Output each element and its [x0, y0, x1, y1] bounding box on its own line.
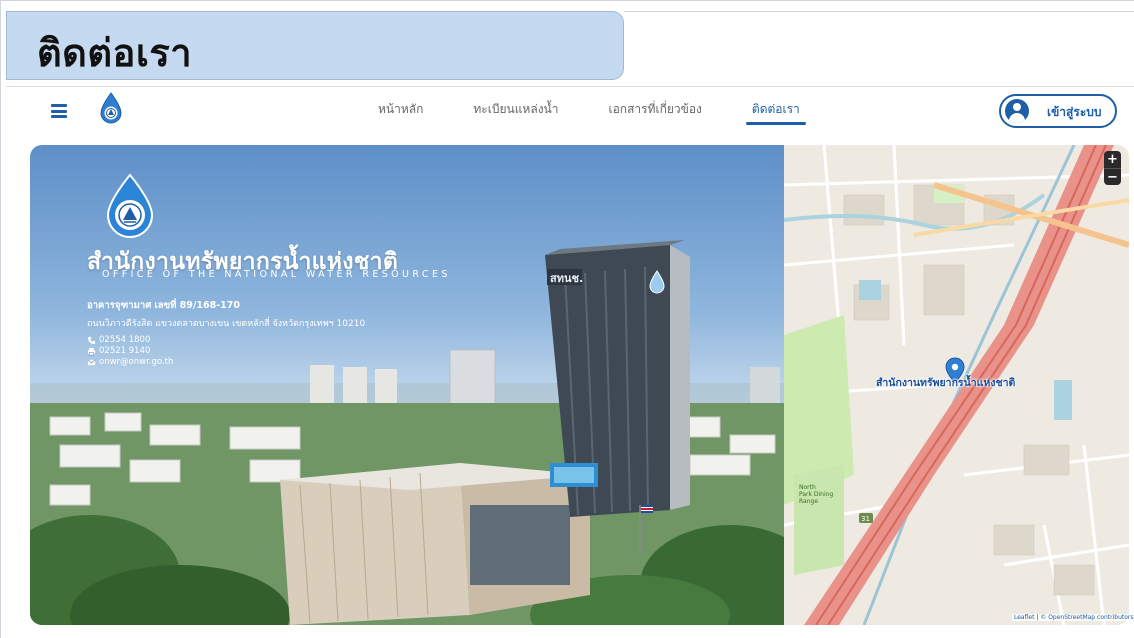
- divider: [624, 11, 1134, 12]
- leaflet-link[interactable]: Leaflet: [1014, 614, 1034, 621]
- phone-number: 02554 1800: [99, 335, 151, 345]
- onwr-logo[interactable]: [98, 92, 124, 126]
- onwr-emblem-logo: [106, 173, 154, 238]
- email-address: onwr@onwr.go.th: [99, 357, 174, 367]
- zoom-in-button[interactable]: +: [1104, 151, 1121, 168]
- org-name-english: OFFICE OF THE NATIONAL WATER RESOURCES: [102, 269, 451, 280]
- map-attribution: Leaflet | © OpenStreetMap contributors: [1012, 614, 1134, 621]
- nav-water-registry[interactable]: ทะเบียนแหล่งน้ำ: [473, 100, 558, 125]
- fax-number: 02521 9140: [99, 346, 151, 356]
- user-icon: [1005, 99, 1029, 123]
- page-title: ติดต่อเรา: [37, 31, 193, 75]
- osm-link[interactable]: © OpenStreetMap contributors: [1040, 614, 1133, 621]
- map-marker-label: สำนักงานทรัพยากรน้ำแห่งชาติ: [876, 377, 1016, 389]
- road-shield: 31: [861, 515, 870, 523]
- address-line-1: อาคารจุฑามาศ เลขที่ 89/168-170: [87, 300, 240, 311]
- nav-documents[interactable]: เอกสารที่เกี่ยวข้อง: [609, 100, 702, 125]
- hamburger-icon[interactable]: [51, 104, 67, 118]
- nav-home[interactable]: หน้าหลัก: [378, 100, 423, 125]
- nav-contact[interactable]: ติดต่อเรา: [745, 100, 806, 125]
- envelope-icon: [87, 359, 96, 365]
- email-contact[interactable]: onwr@onwr.go.th: [87, 357, 173, 367]
- phone-icon: [87, 336, 96, 344]
- hero-banner: สทนช. สำนักงานทรัพยากรน้ำแห่งชาติ OFFICE…: [30, 145, 790, 625]
- phone-contact[interactable]: 02554 1800: [87, 335, 150, 345]
- login-label: เข้าสู่ระบบ: [1047, 105, 1102, 119]
- printer-icon: [87, 347, 96, 355]
- page-title-tab: ติดต่อเรา: [6, 11, 624, 80]
- address-line-2: ถนนวิภาวดีรังสิต แขวงตลาดบางเขน เขตหลักส…: [87, 319, 366, 329]
- main-nav: หน้าหลัก ทะเบียนแหล่งน้ำ เอกสารที่เกี่ยว…: [378, 100, 850, 125]
- building-sign: สทนช.: [550, 272, 583, 285]
- fax-contact: 02521 9140: [87, 346, 150, 356]
- top-navbar: หน้าหลัก ทะเบียนแหล่งน้ำ เอกสารที่เกี่ยว…: [6, 88, 1134, 136]
- login-button[interactable]: เข้าสู่ระบบ: [999, 94, 1117, 128]
- divider: [6, 86, 1134, 87]
- zoom-out-button[interactable]: −: [1104, 168, 1121, 185]
